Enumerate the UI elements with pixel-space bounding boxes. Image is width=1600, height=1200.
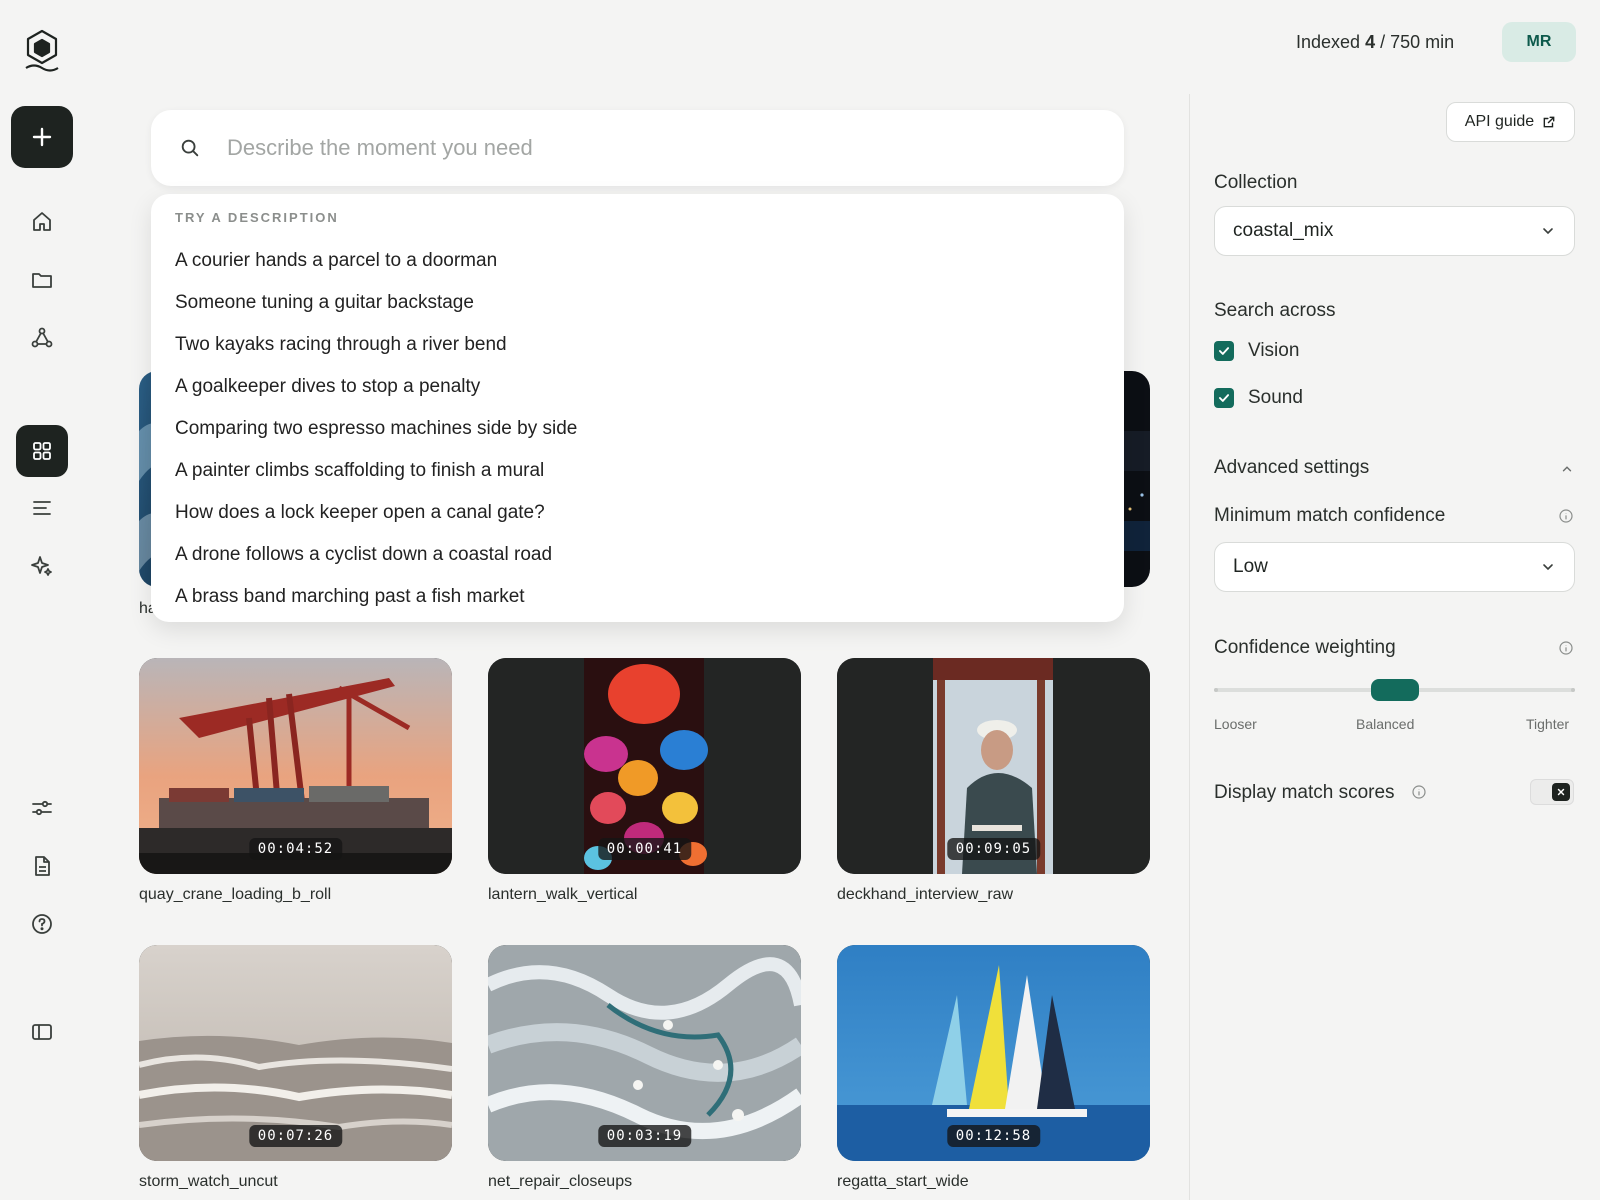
sound-label: Sound [1248,387,1303,408]
panel-divider [1189,94,1190,1200]
vision-label: Vision [1248,340,1300,361]
new-item-button[interactable] [11,106,73,168]
collection-label: Collection [1214,172,1298,193]
grid-view-icon[interactable] [16,425,68,477]
settings-panel: API guide Collection coastal_mix Search … [1214,0,1575,1200]
video-thumbnail[interactable]: 00:09:05 [837,658,1150,874]
chevron-down-icon [1543,228,1553,235]
weighting-slider-thumb[interactable] [1370,679,1419,701]
slider-label-tighter: Tighter [1526,716,1570,732]
suggestion-item[interactable]: A brass band marching past a fish market [175,576,577,618]
sound-checkbox-row[interactable]: Sound [1214,387,1303,409]
suggestions-dropdown: TRY A DESCRIPTION A courier hands a parc… [151,194,1124,622]
search-across-label: Search across [1214,300,1336,321]
search-bar[interactable] [151,110,1124,186]
display-scores-label: Display match scores [1214,782,1395,803]
sound-checkbox[interactable] [1214,388,1234,408]
slider-tick [1571,688,1575,692]
min-confidence-value: Low [1233,556,1268,577]
video-title: regatta_start_wide [837,1173,969,1190]
suggestion-item[interactable]: Comparing two espresso machines side by … [175,408,577,450]
suggestion-item[interactable]: Someone tuning a guitar backstage [175,282,577,324]
graph-icon[interactable] [24,320,60,356]
video-thumbnail[interactable]: 00:04:52 [139,658,452,874]
suggestion-item[interactable]: A courier hands a parcel to a doorman [175,240,577,282]
document-icon[interactable] [24,848,60,884]
api-guide-label: API guide [1464,113,1535,130]
suggestions-heading: TRY A DESCRIPTION [175,210,339,225]
video-title: lantern_walk_vertical [488,886,638,903]
home-icon[interactable] [24,204,60,240]
confidence-weighting-label: Confidence weighting [1214,637,1396,658]
check-icon [1218,347,1230,355]
check-icon [1218,394,1230,402]
video-duration: 00:00:41 [597,838,692,860]
sliders-icon[interactable] [24,790,60,826]
video-card[interactable]: 00:04:52 quay_crane_loading_b_roll [139,658,452,904]
search-icon [181,139,199,157]
video-thumbnail[interactable]: 00:12:58 [837,945,1150,1161]
chevron-down-icon [1543,564,1553,571]
video-duration: 00:04:52 [248,838,343,860]
suggestions-list: A courier hands a parcel to a doorman So… [175,240,577,618]
search-input[interactable] [227,135,1087,161]
chevron-up-icon[interactable] [1560,462,1574,476]
display-scores-toggle[interactable] [1530,779,1574,805]
info-icon[interactable] [1558,640,1574,656]
vision-checkbox-row[interactable]: Vision [1214,340,1299,362]
info-icon[interactable] [1411,784,1427,800]
video-title: storm_watch_uncut [139,1173,278,1190]
suggestion-item[interactable]: A drone follows a cyclist down a coastal… [175,534,577,576]
slider-tick [1214,688,1218,692]
advanced-settings-label[interactable]: Advanced settings [1214,457,1369,479]
sparkle-icon[interactable] [24,548,60,584]
slider-label-looser: Looser [1214,716,1257,732]
video-duration: 00:12:58 [946,1125,1041,1147]
close-icon [1557,788,1565,796]
video-title: net_repair_closeups [488,1173,633,1190]
help-icon[interactable] [24,906,60,942]
video-duration: 00:03:19 [597,1125,692,1147]
suggestion-item[interactable]: A goalkeeper dives to stop a penalty [175,366,577,408]
video-card[interactable]: 00:09:05 deckhand_interview_raw [837,658,1150,904]
collection-value: coastal_mix [1233,220,1334,241]
video-title: quay_crane_loading_b_roll [139,886,332,903]
plus-icon [32,127,52,147]
toggle-knob [1552,783,1570,801]
video-card[interactable]: 00:00:41 lantern_walk_vertical [488,658,801,904]
min-confidence-label: Minimum match confidence [1214,505,1446,526]
sidebar-toggle-icon[interactable] [24,1014,60,1050]
folder-icon[interactable] [24,262,60,298]
vision-checkbox[interactable] [1214,341,1234,361]
suggestion-item[interactable]: A painter climbs scaffolding to finish a… [175,450,577,492]
sidebar [0,0,84,1200]
suggestion-item[interactable]: Two kayaks racing through a river bend [175,324,577,366]
video-duration: 00:07:26 [248,1125,343,1147]
video-card[interactable]: 00:12:58 regatta_start_wide [837,945,1150,1191]
video-card[interactable]: 00:07:26 storm_watch_uncut [139,945,452,1191]
video-thumbnail[interactable]: 00:00:41 [488,658,801,874]
video-thumbnail[interactable]: 00:07:26 [139,945,452,1161]
info-icon[interactable] [1558,508,1574,524]
app-logo-icon[interactable] [22,28,62,72]
min-confidence-select[interactable]: Low [1214,542,1575,592]
list-view-icon[interactable] [24,490,60,526]
video-title: deckhand_interview_raw [837,886,1014,903]
external-link-icon [1543,116,1555,128]
collection-select[interactable]: coastal_mix [1214,206,1575,256]
video-card[interactable]: 00:03:19 net_repair_closeups [488,945,801,1191]
slider-label-balanced: Balanced [1356,716,1415,732]
video-duration: 00:09:05 [946,838,1041,860]
video-thumbnail[interactable]: 00:03:19 [488,945,801,1161]
api-guide-button[interactable]: API guide [1446,102,1575,142]
suggestion-item[interactable]: How does a lock keeper open a canal gate… [175,492,577,534]
